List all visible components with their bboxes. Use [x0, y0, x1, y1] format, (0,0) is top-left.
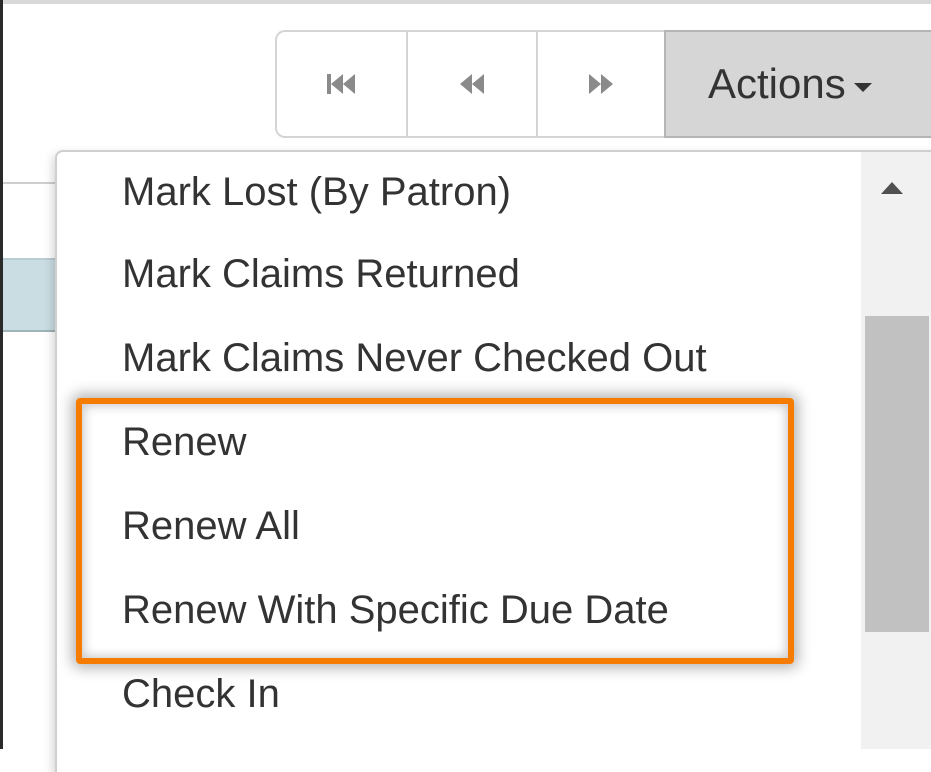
- selected-table-row[interactable]: [3, 258, 63, 332]
- previous-page-button[interactable]: [406, 30, 536, 138]
- first-page-button[interactable]: [275, 30, 406, 138]
- menu-item-renew-all[interactable]: Renew All: [122, 506, 300, 546]
- actions-dropdown-menu: Mark Lost (By Patron) Mark Claims Return…: [55, 150, 931, 772]
- previous-page-icon: [460, 74, 484, 94]
- window-left-border: [0, 0, 3, 749]
- menu-item-mark-lost[interactable]: Mark Lost (By Patron): [122, 172, 511, 212]
- menu-item-mark-claims-never-checked-out[interactable]: Mark Claims Never Checked Out: [122, 338, 707, 378]
- table-divider: [3, 182, 63, 184]
- menu-item-renew-specific-due-date[interactable]: Renew With Specific Due Date: [122, 590, 669, 630]
- pagination-toolbar: Actions: [275, 30, 931, 138]
- menu-item-check-in[interactable]: Check In: [122, 674, 280, 714]
- next-page-icon: [589, 74, 613, 94]
- caret-down-icon: [853, 82, 872, 92]
- table-divider: [3, 330, 63, 332]
- scroll-up-arrow-icon[interactable]: [881, 182, 903, 194]
- next-page-button[interactable]: [536, 30, 664, 138]
- first-page-icon: [326, 74, 355, 94]
- actions-dropdown-button[interactable]: Actions: [664, 30, 931, 138]
- scrollbar-thumb[interactable]: [865, 316, 929, 632]
- actions-button-label: Actions: [708, 60, 846, 107]
- menu-item-renew[interactable]: Renew: [122, 422, 247, 462]
- menu-item-mark-claims-returned[interactable]: Mark Claims Returned: [122, 254, 520, 294]
